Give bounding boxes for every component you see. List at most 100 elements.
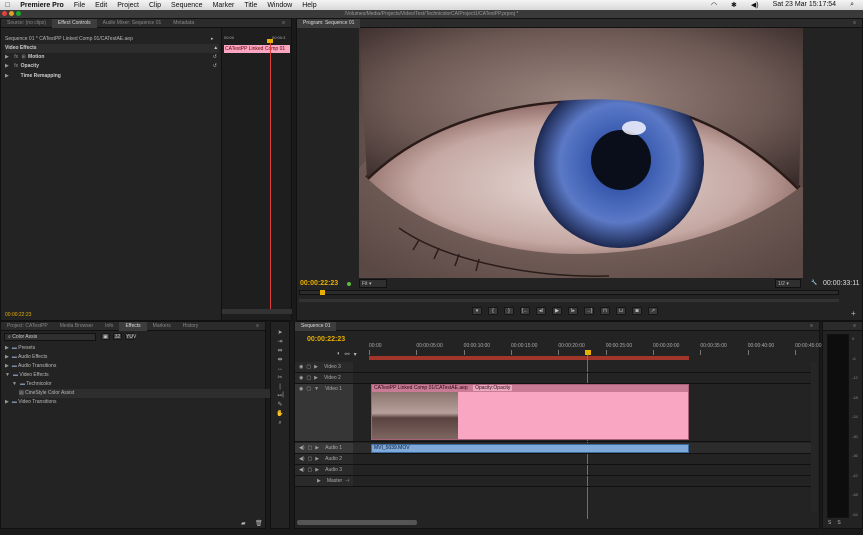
effect-clip-bar[interactable]: CATestPP Linked Comp 01: [224, 45, 290, 53]
track-video-2[interactable]: ◉ ▢ ▶ Video 2: [295, 373, 811, 384]
tab-source[interactable]: Source: (no clips): [1, 19, 52, 28]
speaker-icon[interactable]: ◀): [299, 456, 305, 462]
marker-icon[interactable]: ▾: [354, 351, 357, 358]
panel-menu-icon[interactable]: ≡: [847, 322, 862, 331]
video-clip[interactable]: CATestPP Linked Comp 01/CATestAE.aep Opa…: [371, 384, 689, 440]
expand-triangle-icon[interactable]: ▶: [5, 363, 9, 369]
lock-icon[interactable]: ▢: [308, 445, 313, 451]
effect-controls-timecode[interactable]: 00:00:22:23: [5, 311, 31, 320]
tab-info[interactable]: Info: [99, 322, 119, 331]
search-icon[interactable]: ⌕: [845, 1, 859, 9]
expand-triangle-icon[interactable]: ▶: [5, 354, 9, 360]
lock-icon[interactable]: ▢: [308, 456, 313, 462]
ripple-edit-tool-icon[interactable]: ⇹: [276, 347, 284, 355]
zoom-window-button[interactable]: [16, 11, 21, 16]
menu-sequence[interactable]: Sequence: [166, 2, 208, 9]
timeline-current-timecode[interactable]: 00:00:22:23: [307, 335, 345, 344]
32bit-effects-button[interactable]: 32: [113, 333, 122, 340]
expand-triangle-icon[interactable]: ▶: [5, 63, 9, 69]
bluetooth-icon[interactable]: ✱: [726, 1, 742, 9]
track-select-tool-icon[interactable]: ⇥: [276, 338, 284, 346]
panel-menu-icon[interactable]: ≡: [804, 322, 819, 331]
fit-dropdown[interactable]: Fit ▾: [359, 279, 387, 288]
solo-left-button[interactable]: S: [828, 520, 831, 526]
menu-project[interactable]: Project: [112, 2, 144, 9]
expand-triangle-icon[interactable]: ▶: [315, 467, 319, 473]
menu-help[interactable]: Help: [297, 2, 321, 9]
expand-triangle-icon[interactable]: ▶: [5, 73, 9, 79]
audio-clip[interactable]: MVI_5039.MOV: [371, 444, 689, 453]
tab-media-browser[interactable]: Media Browser: [54, 322, 99, 331]
effect-row-time-remapping[interactable]: ▶ Time Remapping: [5, 71, 219, 80]
collapse-triangle-icon[interactable]: ▼: [314, 386, 319, 392]
tab-markers[interactable]: Markers: [147, 322, 177, 331]
timeline-zoom-scrollbar[interactable]: [297, 520, 417, 525]
master-link-icon[interactable]: ⊣: [345, 478, 349, 484]
apple-icon[interactable]: : [0, 2, 15, 9]
play-button[interactable]: ▶: [552, 307, 562, 315]
effects-tree-item[interactable]: ▶ ▬ Audio Transitions: [5, 362, 260, 371]
tab-metadata[interactable]: Metadata: [167, 19, 200, 28]
new-bin-icon[interactable]: ▰: [241, 520, 246, 527]
tab-effects[interactable]: Effects: [119, 321, 147, 331]
razor-tool-icon[interactable]: ✂: [276, 374, 284, 382]
collapse-triangle-icon[interactable]: ▼: [12, 381, 17, 387]
playhead-handle-icon[interactable]: [585, 350, 591, 355]
tab-audio-mixer[interactable]: Audio Mixer: Sequence 01: [97, 19, 168, 28]
link-icon[interactable]: ⚯: [345, 351, 350, 358]
hand-tool-icon[interactable]: ✋: [276, 410, 284, 418]
playhead-handle-icon[interactable]: [267, 39, 273, 43]
track-audio-3[interactable]: ◀) ▢ ▶ Audio 3: [295, 465, 811, 476]
rate-stretch-tool-icon[interactable]: ↔: [276, 365, 284, 373]
accelerated-effects-button[interactable]: ▣: [101, 333, 110, 340]
expand-triangle-icon[interactable]: ▶: [5, 54, 9, 60]
extract-button[interactable]: ⊔: [616, 307, 626, 315]
track-audio-1[interactable]: ◀) ▢ ▶ Audio 1 MVI_5039.MOV: [295, 443, 811, 454]
tab-sequence-01[interactable]: Sequence 01: [295, 321, 337, 331]
mark-out-button[interactable]: }: [504, 307, 514, 315]
clip-fx-dropdown[interactable]: Opacity:Opacity: [473, 385, 513, 391]
program-scrub-bar[interactable]: [299, 290, 839, 295]
expand-triangle-icon[interactable]: ▶: [314, 375, 318, 381]
panel-menu-icon[interactable]: ≡: [250, 322, 265, 331]
collapse-icon[interactable]: ▴: [214, 44, 217, 53]
go-to-out-button[interactable]: →}: [584, 307, 594, 315]
menu-title[interactable]: Title: [239, 2, 262, 9]
wrench-icon[interactable]: 🔧: [811, 279, 817, 288]
button-editor-icon[interactable]: ↗: [648, 307, 658, 315]
lift-button[interactable]: ⊓: [600, 307, 610, 315]
expand-triangle-icon[interactable]: ▶: [317, 478, 321, 484]
expand-arrow-icon[interactable]: ▸: [211, 35, 214, 44]
delete-icon[interactable]: 🗑: [255, 520, 263, 527]
track-video-1[interactable]: ◉ ▢ ▼ Video 1 CATestPP Linked Comp 01/CAT…: [295, 384, 811, 442]
track-master[interactable]: ▶ Master ⊣: [295, 476, 811, 487]
lock-icon[interactable]: ▢: [306, 375, 311, 381]
wifi-icon[interactable]: ◠: [706, 1, 722, 9]
menu-marker[interactable]: Marker: [208, 2, 240, 9]
menu-clip[interactable]: Clip: [144, 2, 166, 9]
add-button-icon[interactable]: +: [851, 309, 856, 318]
panel-menu-icon[interactable]: ≡: [276, 19, 291, 28]
panel-menu-icon[interactable]: ≡: [847, 19, 862, 28]
reset-icon[interactable]: ↺: [213, 62, 217, 71]
playhead-line[interactable]: [270, 40, 271, 310]
expand-triangle-icon[interactable]: ▶: [315, 456, 319, 462]
step-forward-button[interactable]: I▸: [568, 307, 578, 315]
expand-triangle-icon[interactable]: ▶: [5, 345, 9, 351]
effect-controls-timeline[interactable]: 00:00 00:00:3 CATestPP Linked Comp 01: [221, 28, 292, 320]
volume-icon[interactable]: ◀): [746, 1, 764, 9]
slip-tool-icon[interactable]: |↔|: [276, 383, 284, 398]
program-current-timecode[interactable]: 00:00:22:23: [300, 279, 338, 288]
minimize-window-button[interactable]: [9, 11, 14, 16]
expand-triangle-icon[interactable]: ▶: [315, 445, 319, 451]
pen-tool-icon[interactable]: ✎: [276, 401, 284, 409]
solo-right-button[interactable]: S: [837, 520, 840, 526]
tab-program[interactable]: Program: Sequence 01: [297, 18, 361, 28]
speaker-icon[interactable]: ◀): [299, 445, 305, 451]
effects-tree-item[interactable]: ▤ CineStyle Color Assist: [19, 389, 274, 398]
snap-icon[interactable]: ◐: [337, 351, 341, 358]
yuv-effects-button[interactable]: YUV: [125, 333, 136, 340]
work-area-bar[interactable]: [369, 356, 689, 360]
expand-triangle-icon[interactable]: ▶: [5, 399, 9, 405]
effects-tree-item[interactable]: ▶ ▬ Presets: [5, 344, 260, 353]
